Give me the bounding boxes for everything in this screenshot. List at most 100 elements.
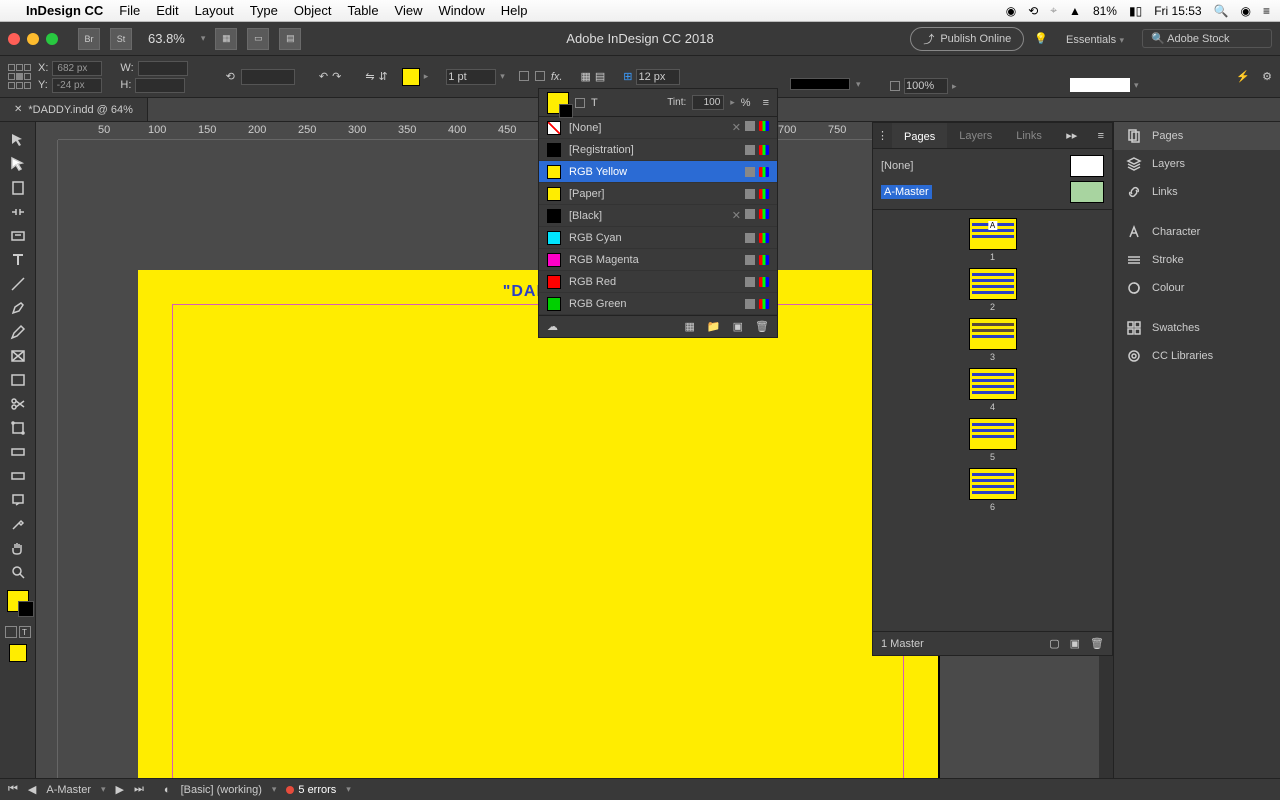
page-thumb-4[interactable]: 4 xyxy=(969,368,1017,412)
gradient-feather-tool[interactable] xyxy=(3,464,33,488)
dock-stroke[interactable]: Stroke xyxy=(1114,246,1280,274)
wrap-1[interactable]: ▦ xyxy=(580,70,590,83)
next-page-icon[interactable]: ▶ xyxy=(116,783,124,796)
fill-swatch[interactable] xyxy=(402,68,420,86)
spotlight-icon[interactable]: 🔍 xyxy=(1214,4,1229,18)
menu-window[interactable]: Window xyxy=(439,3,485,18)
rotate-input[interactable] xyxy=(241,69,295,85)
fx-button-2[interactable] xyxy=(535,71,545,81)
page-thumb-3[interactable]: 3 xyxy=(969,318,1017,362)
type-tool[interactable] xyxy=(3,248,33,272)
pen-tool[interactable] xyxy=(3,296,33,320)
x-input[interactable] xyxy=(52,61,102,76)
menu-view[interactable]: View xyxy=(395,3,423,18)
h-input[interactable] xyxy=(135,78,185,93)
reference-point[interactable] xyxy=(8,64,34,90)
opacity-box[interactable] xyxy=(890,81,900,91)
flip-h-icon[interactable]: ⇋ xyxy=(365,70,374,83)
cloud-icon[interactable]: ☁ xyxy=(547,320,558,333)
chevron-down-icon[interactable]: ▾ xyxy=(201,33,206,44)
page-tool[interactable] xyxy=(3,176,33,200)
page-field[interactable]: A-Master xyxy=(46,784,91,796)
clock[interactable]: Fri 15:53 xyxy=(1154,4,1201,18)
dock-pages[interactable]: Pages xyxy=(1114,122,1280,150)
gradient-swatch-tool[interactable] xyxy=(3,440,33,464)
swatch-row-8[interactable]: RGB Green xyxy=(539,293,777,315)
menu-help[interactable]: Help xyxy=(501,3,528,18)
wrap-2[interactable]: ▤ xyxy=(595,70,605,83)
tint-stepper[interactable]: ▸ xyxy=(730,97,735,108)
menu-table[interactable]: Table xyxy=(347,3,378,18)
page-thumb-1[interactable]: A1 xyxy=(969,218,1017,262)
view-option-3[interactable]: ▤ xyxy=(279,28,301,50)
new-page-icon[interactable]: ▣ xyxy=(1070,637,1080,650)
scissors-tool[interactable] xyxy=(3,392,33,416)
page-thumb-2[interactable]: 2 xyxy=(969,268,1017,312)
swatch-row-1[interactable]: [Registration] xyxy=(539,139,777,161)
spacing-input[interactable] xyxy=(636,69,680,85)
note-tool[interactable] xyxy=(3,488,33,512)
menu-layout[interactable]: Layout xyxy=(195,3,234,18)
view-option-2[interactable]: ▭ xyxy=(247,28,269,50)
workspace-switcher[interactable]: Essentials ▾ xyxy=(1066,32,1124,46)
dock-links[interactable]: Links xyxy=(1114,178,1280,206)
swatch-row-6[interactable]: RGB Magenta xyxy=(539,249,777,271)
page-thumb-6[interactable]: 6 xyxy=(969,468,1017,512)
publish-online-button[interactable]: ⤴Publish Online xyxy=(910,27,1024,51)
tab-layers[interactable]: Layers xyxy=(947,123,1004,148)
undo-icon[interactable]: ↶ xyxy=(319,70,328,83)
siri-icon[interactable]: ◉ xyxy=(1241,4,1251,18)
app-name[interactable]: InDesign CC xyxy=(26,3,103,18)
rotate-icon[interactable]: ⟲ xyxy=(226,70,235,83)
last-page-icon[interactable]: ⏭ xyxy=(134,783,144,796)
free-transform-tool[interactable] xyxy=(3,416,33,440)
ruler-vertical[interactable] xyxy=(36,140,58,778)
fill-menu[interactable]: ▸ xyxy=(424,71,429,82)
master-none[interactable]: [None] xyxy=(881,153,1104,179)
panel-grip-icon[interactable]: ⋮ xyxy=(873,129,892,142)
w-input[interactable] xyxy=(138,61,188,76)
page-spread[interactable]: "DADDY xyxy=(138,270,938,778)
preflight-profile[interactable]: [Basic] (working) xyxy=(181,784,262,796)
line-tool[interactable] xyxy=(3,272,33,296)
swatch-row-0[interactable]: [None]✕ xyxy=(539,117,777,139)
trash-icon[interactable]: 🗑 xyxy=(755,320,769,333)
close-tab-icon[interactable]: ✕ xyxy=(14,104,22,115)
opacity-input[interactable] xyxy=(904,78,948,94)
menu-edit[interactable]: Edit xyxy=(156,3,178,18)
dock-colour[interactable]: Colour xyxy=(1114,274,1280,302)
dock-cc-libraries[interactable]: CC Libraries xyxy=(1114,342,1280,370)
preflight-errors[interactable]: 5 errors xyxy=(286,784,336,796)
zoom-level[interactable]: 63.8% xyxy=(148,31,185,46)
close-button[interactable] xyxy=(8,33,20,45)
bluetooth-icon[interactable]: ⌖ xyxy=(1050,3,1057,18)
folder-icon[interactable]: 📁 xyxy=(707,320,721,333)
tint-input[interactable] xyxy=(692,95,724,110)
hand-tool[interactable] xyxy=(3,536,33,560)
collapse-icon[interactable]: ▸▸ xyxy=(1058,129,1085,142)
dock-swatches[interactable]: Swatches xyxy=(1114,314,1280,342)
swatch-text-toggle[interactable]: T xyxy=(591,97,598,109)
tab-pages[interactable]: Pages xyxy=(892,123,947,148)
gap-tool[interactable] xyxy=(3,200,33,224)
delete-page-icon[interactable]: 🗑 xyxy=(1090,637,1104,650)
pencil-tool[interactable] xyxy=(3,320,33,344)
apply-text[interactable]: T xyxy=(19,626,31,638)
sync-icon[interactable]: ⟲ xyxy=(1028,4,1038,18)
swatch-container-toggle[interactable] xyxy=(575,98,585,108)
swatch-row-7[interactable]: RGB Red xyxy=(539,271,777,293)
swatch-row-2[interactable]: RGB Yellow xyxy=(539,161,777,183)
stroke-weight-input[interactable] xyxy=(446,69,496,85)
zoom-tool[interactable] xyxy=(3,560,33,584)
swatch-row-3[interactable]: [Paper] xyxy=(539,183,777,205)
notifications-icon[interactable]: ≡ xyxy=(1263,4,1270,18)
stock-button[interactable]: St xyxy=(110,28,132,50)
y-input[interactable] xyxy=(52,78,102,93)
master-a[interactable]: A-Master xyxy=(881,179,1104,205)
selection-tool[interactable] xyxy=(3,128,33,152)
page-thumb-5[interactable]: 5 xyxy=(969,418,1017,462)
maximize-button[interactable] xyxy=(46,33,58,45)
rectangle-tool[interactable] xyxy=(3,368,33,392)
minimize-button[interactable] xyxy=(27,33,39,45)
panel-menu-icon[interactable]: ≡ xyxy=(1090,130,1112,142)
